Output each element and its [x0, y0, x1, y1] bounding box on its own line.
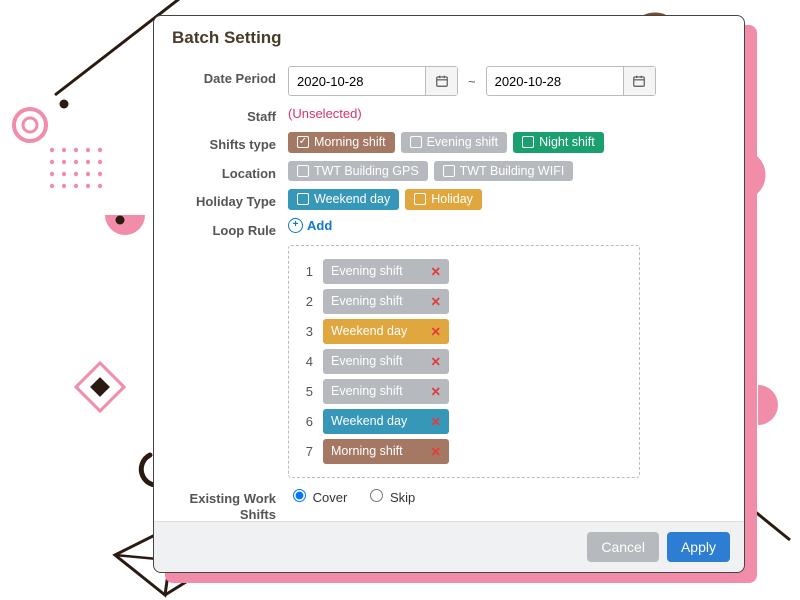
- chip-label: TWT Building WIFI: [460, 165, 565, 178]
- add-loop-button[interactable]: + Add: [288, 218, 332, 233]
- shifts-type-chip[interactable]: Night shift: [513, 132, 604, 153]
- loop-row: 3 Weekend day ✕: [299, 319, 629, 344]
- panel-footer: Cancel Apply: [154, 521, 744, 572]
- remove-icon[interactable]: ✕: [431, 354, 441, 369]
- loop-tag-label: Evening shift: [331, 294, 403, 308]
- label-existing: Existing Work Shifts: [154, 486, 288, 522]
- loop-tag-label: Evening shift: [331, 354, 403, 368]
- loop-tag-label: Morning shift: [331, 444, 403, 458]
- loop-row: 1 Evening shift ✕: [299, 259, 629, 284]
- remove-icon[interactable]: ✕: [431, 414, 441, 429]
- label-holiday-type: Holiday Type: [154, 189, 288, 209]
- panel-title: Batch Setting: [154, 16, 744, 58]
- calendar-icon[interactable]: [425, 67, 457, 95]
- loop-row: 2 Evening shift ✕: [299, 289, 629, 314]
- loop-tag-label: Evening shift: [331, 384, 403, 398]
- add-label: Add: [307, 218, 332, 233]
- checkbox-icon: [410, 136, 422, 148]
- shifts-type-chip[interactable]: ✓ Morning shift: [288, 132, 395, 153]
- remove-icon[interactable]: ✕: [431, 324, 441, 339]
- loop-index: 7: [299, 444, 313, 459]
- loop-index: 5: [299, 384, 313, 399]
- loop-tag[interactable]: Evening shift ✕: [323, 289, 449, 314]
- remove-icon[interactable]: ✕: [431, 264, 441, 279]
- loop-tag[interactable]: Evening shift ✕: [323, 259, 449, 284]
- holiday-type-chip[interactable]: Holiday: [405, 189, 482, 210]
- loop-row: 6 Weekend day ✕: [299, 409, 629, 434]
- label-staff: Staff: [154, 104, 288, 124]
- loop-tag-label: Weekend day: [331, 414, 407, 428]
- shifts-type-chip[interactable]: Evening shift: [401, 132, 508, 153]
- radio-skip-input[interactable]: [370, 489, 383, 502]
- radio-cover-input[interactable]: [293, 489, 306, 502]
- checkbox-icon: [297, 193, 309, 205]
- staff-value[interactable]: (Unselected): [288, 104, 362, 121]
- loop-index: 1: [299, 264, 313, 279]
- label-date-period: Date Period: [154, 66, 288, 86]
- loop-index: 6: [299, 414, 313, 429]
- chip-label: Holiday: [431, 193, 473, 206]
- radio-skip[interactable]: Skip: [365, 486, 415, 505]
- loop-tag[interactable]: Weekend day ✕: [323, 319, 449, 344]
- batch-setting-panel: Batch Setting Date Period ~: [153, 15, 745, 573]
- holiday-type-chip[interactable]: Weekend day: [288, 189, 399, 210]
- chip-label: Night shift: [539, 136, 595, 149]
- loop-row: 5 Evening shift ✕: [299, 379, 629, 404]
- loop-rule-list: 1 Evening shift ✕ 2 Evening shift ✕ 3 Weekend d…: [288, 245, 640, 478]
- label-shifts-type: Shifts type: [154, 132, 288, 152]
- date-from-input[interactable]: [289, 74, 425, 89]
- remove-icon[interactable]: ✕: [431, 384, 441, 399]
- remove-icon[interactable]: ✕: [431, 444, 441, 459]
- loop-tag[interactable]: Evening shift ✕: [323, 379, 449, 404]
- chip-label: Morning shift: [314, 136, 386, 149]
- panel-content: Date Period ~ Staff: [154, 58, 744, 521]
- loop-index: 2: [299, 294, 313, 309]
- date-to-input[interactable]: [487, 74, 623, 89]
- location-chip[interactable]: TWT Building WIFI: [434, 161, 574, 182]
- loop-index: 3: [299, 324, 313, 339]
- checkbox-icon: [297, 165, 309, 177]
- loop-tag-label: Weekend day: [331, 324, 407, 338]
- calendar-icon[interactable]: [623, 67, 655, 95]
- date-from-wrapper: [288, 66, 458, 96]
- chip-label: Weekend day: [314, 193, 390, 206]
- date-to-wrapper: [486, 66, 656, 96]
- cancel-button[interactable]: Cancel: [587, 532, 659, 562]
- checkbox-icon: [443, 165, 455, 177]
- loop-index: 4: [299, 354, 313, 369]
- loop-tag[interactable]: Morning shift ✕: [323, 439, 449, 464]
- loop-row: 4 Evening shift ✕: [299, 349, 629, 374]
- checkbox-icon: [414, 193, 426, 205]
- plus-icon: +: [288, 218, 303, 233]
- label-loop-rule: Loop Rule: [154, 218, 288, 238]
- checkbox-icon: [522, 136, 534, 148]
- radio-cover[interactable]: Cover: [288, 486, 347, 505]
- apply-button[interactable]: Apply: [667, 532, 730, 562]
- check-icon: ✓: [297, 136, 309, 148]
- label-location: Location: [154, 161, 288, 181]
- remove-icon[interactable]: ✕: [431, 294, 441, 309]
- loop-row: 7 Morning shift ✕: [299, 439, 629, 464]
- location-chip[interactable]: TWT Building GPS: [288, 161, 428, 182]
- loop-tag[interactable]: Evening shift ✕: [323, 349, 449, 374]
- loop-tag-label: Evening shift: [331, 264, 403, 278]
- loop-tag[interactable]: Weekend day ✕: [323, 409, 449, 434]
- chip-label: Evening shift: [427, 136, 499, 149]
- date-separator: ~: [464, 74, 480, 89]
- chip-label: TWT Building GPS: [314, 165, 419, 178]
